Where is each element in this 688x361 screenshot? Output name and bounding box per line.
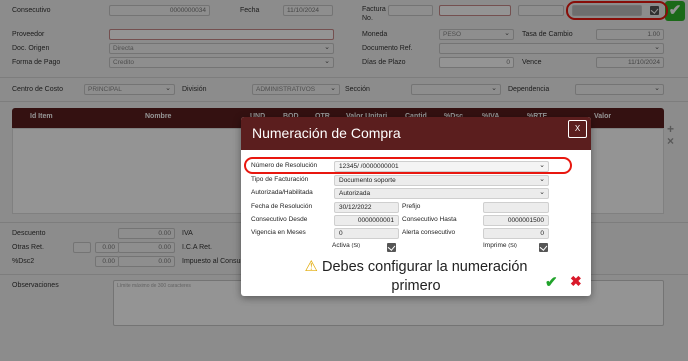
activa-text: Activa: [332, 242, 350, 249]
vigencia-label: Vigencia en Meses: [251, 229, 306, 236]
alerta-label: Alerta consecutivo: [402, 229, 456, 236]
fecha-resolucion-label: Fecha de Resolución: [251, 203, 313, 210]
warning-icon: ⚠: [304, 258, 318, 275]
activa-label: Activa (Si): [332, 242, 360, 249]
close-button[interactable]: X: [568, 120, 587, 138]
activa-checkbox[interactable]: [387, 243, 396, 252]
autorizada-value: Autorizada: [339, 190, 371, 197]
autorizada-label: Autorizada/Habilitada: [251, 189, 313, 196]
tipo-facturacion-select[interactable]: Documento soporte ⌄: [334, 175, 549, 186]
numeracion-compra-modal: Numeración de Compra X Número de Resoluc…: [241, 117, 591, 296]
warning-message: ⚠ Debes configurar la numeración primero: [241, 257, 591, 296]
tipo-facturacion-value: Documento soporte: [339, 177, 396, 184]
chevron-down-icon: ⌄: [539, 189, 545, 196]
vigencia-field[interactable]: 0: [334, 228, 399, 239]
accept-button[interactable]: ✔: [545, 273, 558, 291]
consecutivo-hasta-field[interactable]: 0000001500: [483, 215, 549, 226]
imprime-text: Imprime: [483, 242, 507, 249]
prefijo-field[interactable]: [483, 202, 549, 213]
chevron-down-icon: ⌄: [539, 176, 545, 183]
modal-title: Numeración de Compra: [252, 125, 401, 141]
consecutivo-desde-field[interactable]: 0000000001: [334, 215, 399, 226]
warning-line2: primero: [391, 278, 441, 294]
imprime-suffix: (Si): [508, 243, 517, 249]
autorizada-select[interactable]: Autorizada ⌄: [334, 188, 549, 199]
cancel-button[interactable]: ✖: [570, 273, 582, 290]
warning-line1: Debes configurar la numeración: [321, 259, 528, 275]
fecha-resolucion-field[interactable]: 30/12/2022: [334, 202, 399, 213]
modal-header: Numeración de Compra X: [241, 117, 591, 150]
consecutivo-desde-label: Consecutivo Desde: [251, 216, 308, 223]
imprime-checkbox[interactable]: [539, 243, 548, 252]
prefijo-label: Prefijo: [402, 203, 421, 210]
highlight-ring-resolucion: [244, 157, 572, 174]
imprime-label: Imprime (Si): [483, 242, 517, 249]
consecutivo-hasta-label: Consecutivo Hasta: [402, 216, 457, 223]
activa-suffix: (Si): [351, 243, 361, 249]
alerta-field[interactable]: 0: [483, 228, 549, 239]
tipo-facturacion-label: Tipo de Facturación: [251, 176, 309, 183]
